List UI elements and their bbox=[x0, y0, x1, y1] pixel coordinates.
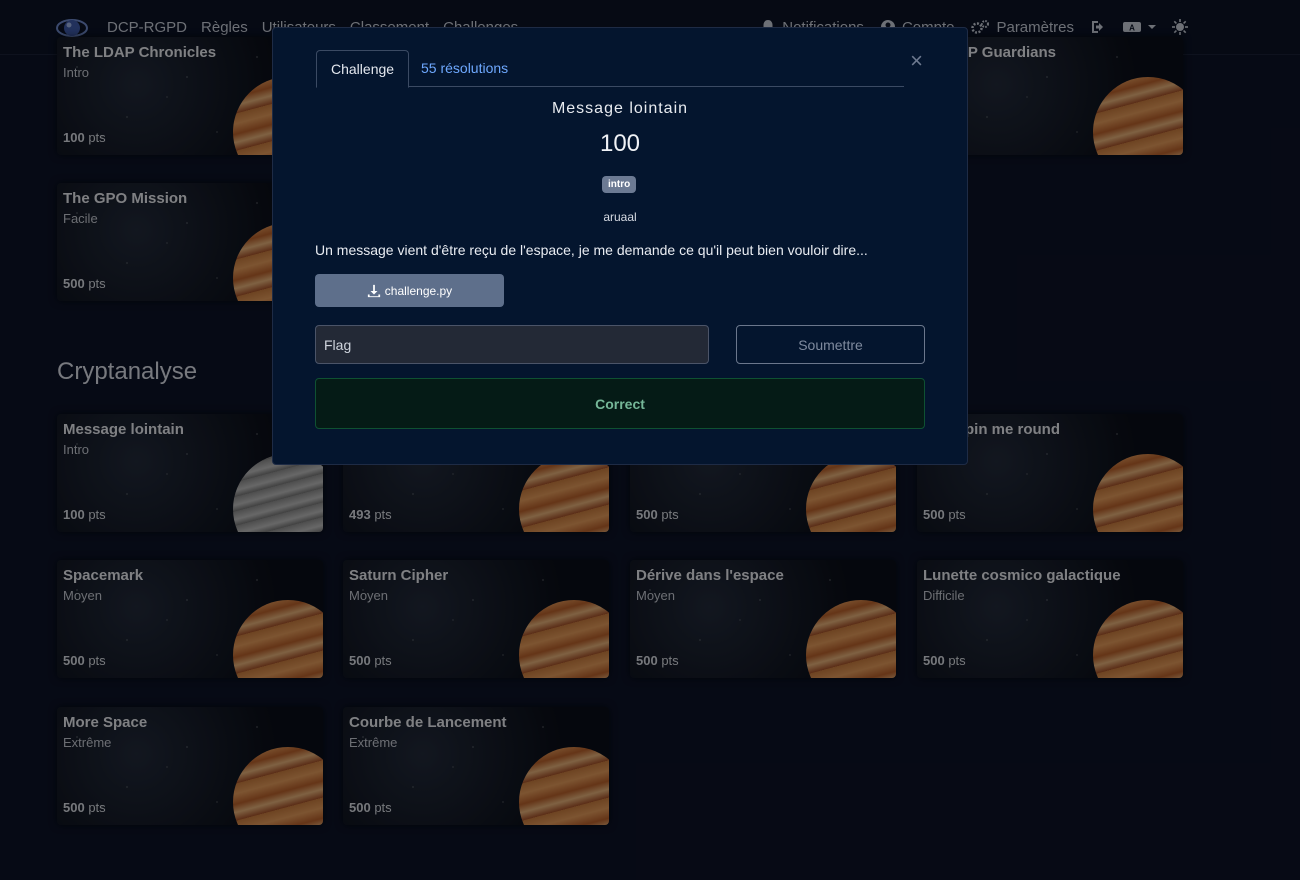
modal-tabs: Challenge 55 résolutions bbox=[316, 50, 904, 88]
close-icon[interactable]: × bbox=[910, 48, 923, 74]
download-file-label: challenge.py bbox=[384, 283, 453, 298]
tab-challenge[interactable]: Challenge bbox=[316, 50, 410, 88]
challenge-modal: × Challenge 55 résolutions Message loint… bbox=[272, 27, 968, 465]
challenge-tag-badge: intro bbox=[602, 176, 637, 193]
submit-button[interactable]: Soumettre bbox=[736, 325, 925, 364]
flag-input[interactable] bbox=[315, 325, 709, 364]
download-icon bbox=[367, 284, 380, 297]
challenge-author: aruaal bbox=[603, 210, 637, 224]
download-file-button[interactable]: challenge.py bbox=[315, 274, 504, 307]
tab-solves[interactable]: 55 résolutions bbox=[421, 50, 508, 86]
challenge-name: Message lointain bbox=[551, 100, 689, 117]
challenge-description: Un message vient d'être reçu de l'espace… bbox=[315, 242, 868, 258]
challenge-value: 100 bbox=[599, 130, 641, 157]
result-alert: Correct bbox=[315, 378, 925, 429]
